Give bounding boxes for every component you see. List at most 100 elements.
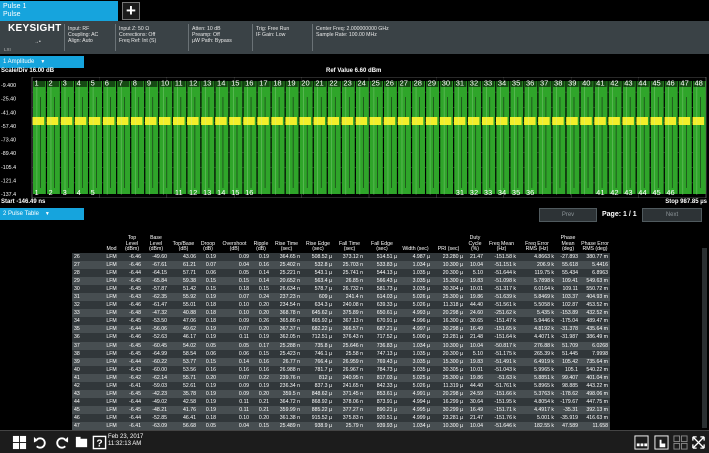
chevron-down-icon[interactable]: ▼ [40, 59, 45, 65]
table-cell: LFM [106, 374, 117, 381]
prev-page-button[interactable]: Prev [539, 208, 597, 222]
table-cell: 46.17 [183, 334, 196, 341]
window-layout-button[interactable] [632, 434, 650, 451]
table-row[interactable]: 33 LFM -6.48 -47.32 40.88 0.18 0.10 0.20 368.78 … [72, 309, 610, 318]
column-header[interactable]: Top Level (dBm) [121, 224, 143, 253]
table-row[interactable]: 40 LFM -6.43 -60.00 53.56 0.16 0.16 0.16 26.988 … [72, 365, 610, 374]
table-cell: -6.45 [129, 318, 141, 325]
fullscreen-button[interactable] [689, 434, 707, 451]
undo-button[interactable] [31, 434, 49, 451]
column-header[interactable]: Rise Edge (sec) [302, 224, 334, 253]
table-row[interactable]: 32 LFM -6.46 -61.47 55.01 0.18 0.10 0.20 234.54 … [72, 301, 610, 310]
next-page-button[interactable]: Next [642, 208, 702, 222]
table-cell: LFM [106, 270, 117, 277]
pulse-body [678, 81, 692, 194]
table-cell: 51.709 [562, 342, 578, 349]
chevron-down-icon[interactable]: ▼ [45, 211, 50, 217]
column-header[interactable]: Droop (dB) [198, 224, 218, 253]
table-row[interactable]: 44 LFM -6.44 -49.02 42.58 0.19 0.11 0.21 364.72 … [72, 397, 610, 406]
table-cell: 769.43 µ [376, 358, 397, 365]
redo-button[interactable] [52, 434, 70, 451]
table-row[interactable]: 43 LFM -6.45 -42.23 35.78 0.19 0.09 0.20 359.5 n… [72, 389, 610, 398]
table-cell: -27.893 [560, 254, 578, 261]
table-cell: -251.62 k [494, 310, 516, 317]
column-header[interactable]: Fall Edge (sec) [365, 224, 399, 253]
table-cell: 639.33 µ [376, 302, 397, 309]
table-row[interactable]: 45 LFM -6.45 -48.21 41.76 0.19 0.11 0.21 359.99 … [72, 405, 610, 414]
settings-bar[interactable]: KEYSIGHT →• LXI Input: RF Coupling: AC A… [0, 21, 709, 54]
help-button[interactable]: ? [90, 434, 108, 451]
table-row[interactable]: 46 LFM -6.44 -52.85 46.41 0.18 0.10 0.20 361.38 … [72, 413, 610, 422]
table-row[interactable]: 31 LFM -6.43 -62.35 55.92 0.19 0.07 0.24 237.23 … [72, 293, 610, 302]
pulse-body [510, 81, 524, 194]
table-cell: 533.83 µ [376, 262, 397, 269]
table-row[interactable]: 47 LFM -6.41 -63.09 56.68 0.05 0.04 0.15 25.489 … [72, 421, 610, 431]
tab-pulse-1[interactable]: Pulse 1 Pulse [0, 1, 118, 21]
column-header[interactable]: Ripple (dB) [251, 224, 271, 253]
windows-start-button[interactable] [10, 434, 28, 451]
table-row[interactable]: 41 LFM -6.42 -62.14 55.71 0.20 0.07 0.22 239.76 … [72, 373, 610, 382]
table-cell: 0.16 [238, 366, 249, 373]
table-cell: -153.89 [560, 310, 578, 317]
multi-window-button[interactable] [671, 434, 689, 451]
touch-button[interactable] [652, 434, 670, 451]
table-row[interactable]: 35 LFM -6.44 -56.06 49.62 0.19 0.07 0.20 367.37 … [72, 325, 610, 334]
marker-label: 5 [91, 79, 95, 88]
column-header[interactable]: Phase Mean (deg) [556, 224, 580, 253]
file-button[interactable] [72, 434, 90, 451]
amplitude-trace-plot[interactable]: -9.400 -25.40 -41.40 -57.40 -73.40 -89.40 -105… [0, 77, 709, 198]
table-cell: 0.19 [205, 382, 216, 389]
table-cell: 5.8851 k [534, 374, 554, 381]
table-scrollbar[interactable] [702, 248, 707, 428]
pulse-table[interactable]: Mod Top Level (dBm) Base Level (dBm) Top/Ba… [72, 224, 610, 447]
column-header[interactable]: Top/Base (dB) [169, 224, 198, 253]
table-cell: 236.34 n [279, 382, 300, 389]
column-header[interactable]: Duty Cycle (%) [465, 224, 485, 253]
pulse-table-header[interactable]: 2 Pulse Table ▼ [0, 208, 84, 220]
table-row[interactable]: 26 LFM -6.46 -49.60 43.06 0.19 0.09 0.19 364.65 … [72, 253, 610, 262]
column-header[interactable]: Base Level (dBm) [143, 224, 169, 253]
divider [188, 24, 189, 51]
table-row[interactable]: 30 LFM -6.45 -57.87 51.42 0.15 0.18 0.15 26.634 … [72, 285, 610, 294]
column-header[interactable]: Mod [102, 224, 121, 253]
pulse-body [412, 81, 425, 194]
table-cell: 0.11 [239, 406, 249, 413]
table-cell: 47.06 [183, 318, 196, 325]
amplitude-window-header[interactable]: 1 Amplitude ▼ [0, 56, 84, 68]
table-cell: 102.87 [562, 302, 578, 309]
table-cell: 514.51 µ [376, 254, 397, 261]
table-row[interactable]: 27 LFM -6.46 -67.61 61.21 0.07 0.04 0.16 25.402 … [72, 261, 610, 270]
pulse-body [426, 81, 440, 194]
pulse-stripe [82, 97, 83, 188]
table-row[interactable]: 37 LFM -6.45 -60.45 54.02 0.05 0.05 0.17 25.288 … [72, 341, 610, 350]
marker-label: 28 [414, 79, 422, 88]
column-header[interactable]: Freq Mean (Hz) [485, 224, 518, 253]
table-row[interactable]: 42 LFM -6.41 -59.03 52.61 0.19 0.09 0.19 236.34 … [72, 381, 610, 390]
add-tab-button[interactable]: + [122, 2, 140, 20]
table-cell: 0.06 [205, 270, 216, 277]
table-cell: 11.658 [592, 423, 608, 429]
table-row[interactable]: 39 LFM -6.44 -60.22 53.77 0.15 0.14 0.16 26.77 n… [72, 357, 610, 366]
pulse-hot-band [102, 117, 115, 125]
table-cell: 4.4917 k [534, 406, 554, 413]
column-header[interactable] [72, 224, 102, 253]
column-header[interactable]: PRI (sec) [432, 224, 465, 253]
table-row[interactable]: 34 LFM -6.45 -53.50 47.06 0.18 0.09 0.26 365.86 … [72, 317, 610, 326]
table-cell: 578.7 µ [314, 286, 332, 293]
column-header[interactable]: Fall Time (sec) [334, 224, 365, 253]
table-row[interactable]: 29 LFM -6.45 -65.84 59.38 0.15 0.15 0.14 20.652 … [72, 277, 610, 286]
table-row[interactable]: 38 LFM -6.45 -64.99 58.54 0.06 0.06 0.15 25.423 … [72, 349, 610, 358]
table-cell: 670.91 µ [376, 318, 397, 325]
column-header[interactable]: Freq Error RMS (Hz) [518, 224, 556, 253]
column-header[interactable]: Width (sec) [399, 224, 432, 253]
table-cell: -63.09 [152, 423, 167, 429]
column-header[interactable]: Phase Error RMS (deg) [580, 224, 610, 253]
table-cell: 0.10 [238, 310, 249, 317]
table-row[interactable]: 36 LFM -6.46 -52.63 46.17 0.19 0.11 0.19 362.05 … [72, 333, 610, 342]
table-cell: -151.47 k [494, 318, 516, 325]
table-row[interactable]: 28 LFM -6.44 -64.15 57.71 0.06 0.05 0.14 25.221 … [72, 269, 610, 278]
column-header[interactable]: Rise Time (sec) [271, 224, 302, 253]
column-header[interactable]: Overshoot (dB) [218, 224, 251, 253]
table-cell: 19.86 [470, 294, 483, 301]
table-cell: 10.01 [470, 366, 483, 373]
